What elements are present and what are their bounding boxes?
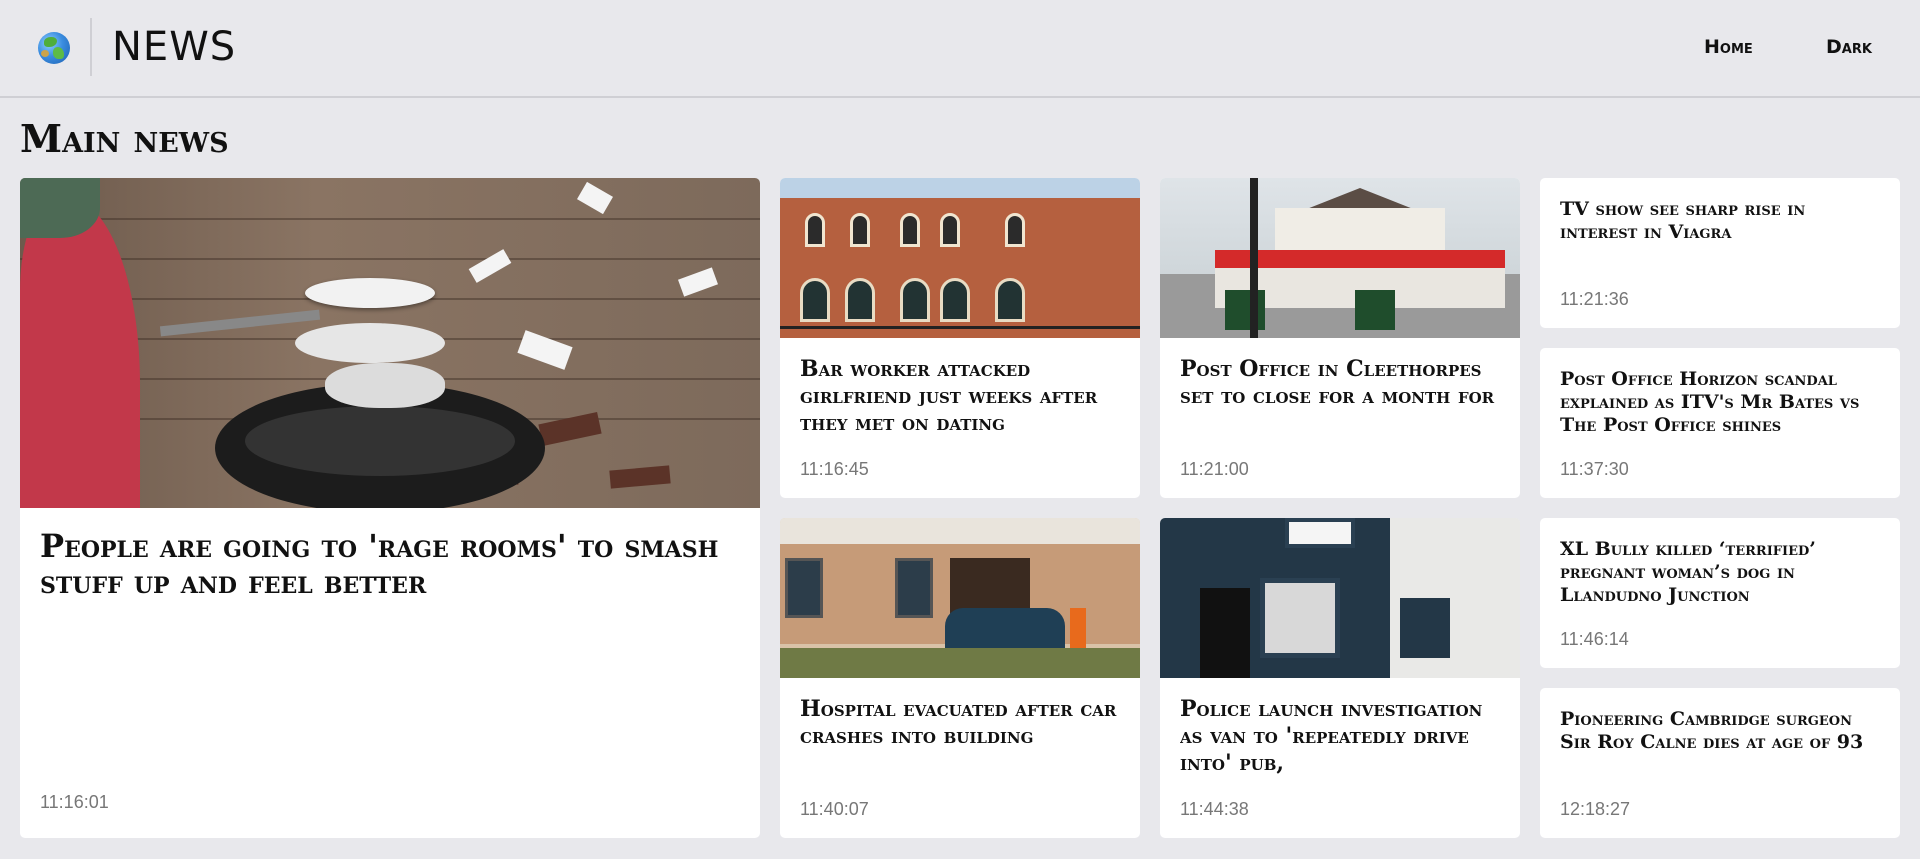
news-card-time: 11:44:38 — [1180, 799, 1249, 819]
news-card-time: 11:40:07 — [800, 799, 869, 819]
text-news-title[interactable]: Pioneering Cambridge surgeon Sir Roy Cal… — [1560, 708, 1880, 754]
nav-dark-toggle[interactable]: Dark — [1826, 36, 1872, 58]
featured-news-card[interactable]: People are going to 'rage rooms' to smas… — [20, 178, 760, 838]
car-crash-image — [780, 518, 1140, 678]
text-news-card[interactable]: Pioneering Cambridge surgeon Sir Roy Cal… — [1540, 688, 1900, 838]
featured-news-time: 11:16:01 — [40, 792, 109, 812]
news-card[interactable]: Bar worker attacked girlfriend just week… — [780, 178, 1140, 498]
text-news-time: 11:46:14 — [1560, 629, 1629, 649]
court-building-image — [780, 178, 1140, 338]
globe-icon[interactable] — [38, 32, 70, 64]
text-news-title[interactable]: TV show see sharp rise in interest in Vi… — [1560, 198, 1880, 244]
text-news-title[interactable]: Post Office Horizon scandal explained as… — [1560, 368, 1880, 437]
news-card-time: 11:21:00 — [1180, 459, 1249, 479]
news-card-title[interactable]: Police launch investigation as van to 'r… — [1180, 696, 1500, 778]
news-card-title[interactable]: Hospital evacuated after car crashes int… — [800, 696, 1120, 778]
header-divider — [90, 18, 92, 76]
section-title: Main news — [20, 116, 229, 161]
text-news-title[interactable]: XL Bully killed ‘terrified’ pregnant wom… — [1560, 538, 1880, 607]
text-news-time: 11:21:36 — [1560, 289, 1629, 309]
news-card[interactable]: Police launch investigation as van to 'r… — [1160, 518, 1520, 838]
news-card[interactable]: Post Office in Cleethorpes set to close … — [1160, 178, 1520, 498]
pub-front-image — [1160, 518, 1520, 678]
news-card-title[interactable]: Bar worker attacked girlfriend just week… — [800, 356, 1120, 438]
news-card[interactable]: Hospital evacuated after car crashes int… — [780, 518, 1140, 838]
text-news-card[interactable]: Post Office Horizon scandal explained as… — [1540, 348, 1900, 498]
news-card-time: 11:16:45 — [800, 459, 869, 479]
site-brand[interactable]: NEWS — [112, 24, 236, 70]
shop-front-image — [1160, 178, 1520, 338]
text-news-time: 11:37:30 — [1560, 459, 1629, 479]
nav-home-link[interactable]: Home — [1704, 36, 1753, 58]
featured-news-title[interactable]: People are going to 'rage rooms' to smas… — [40, 528, 740, 600]
rage-room-image — [20, 178, 760, 508]
text-news-card[interactable]: XL Bully killed ‘terrified’ pregnant wom… — [1540, 518, 1900, 668]
news-card-title[interactable]: Post Office in Cleethorpes set to close … — [1180, 356, 1500, 438]
site-header: NEWS Home Dark — [0, 0, 1920, 98]
text-news-card[interactable]: TV show see sharp rise in interest in Vi… — [1540, 178, 1900, 328]
text-news-time: 12:18:27 — [1560, 799, 1631, 819]
